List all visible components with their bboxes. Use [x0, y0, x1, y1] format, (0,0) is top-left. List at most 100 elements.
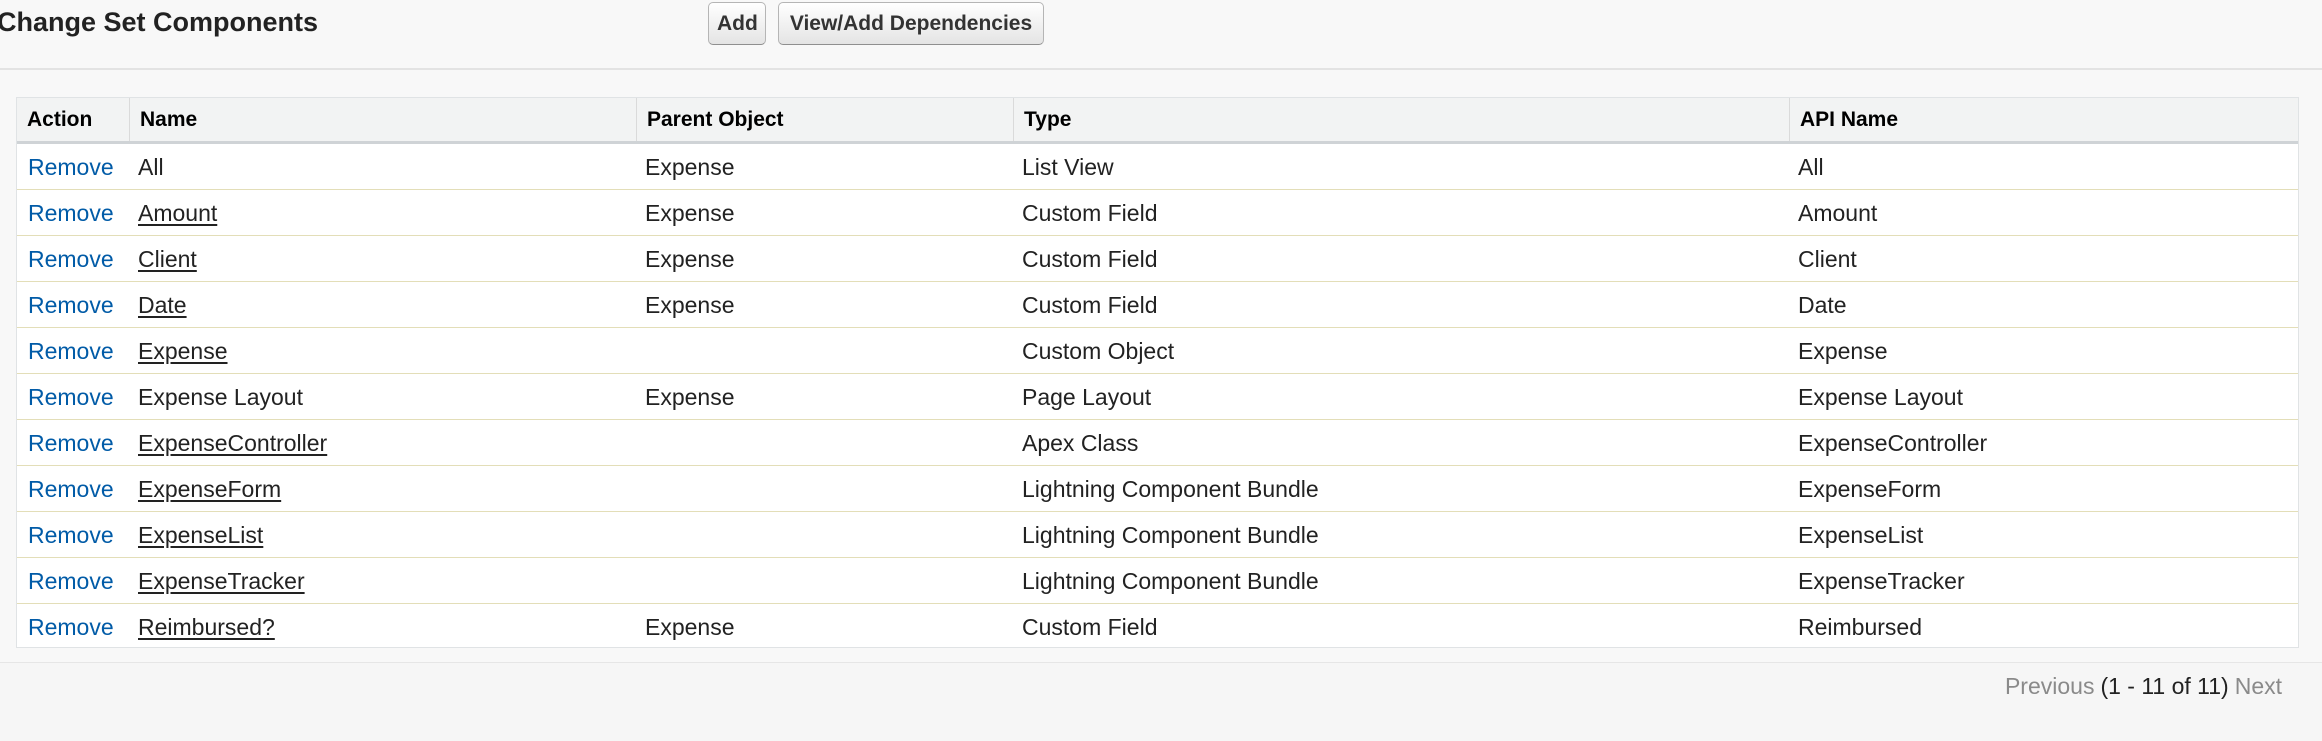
component-name[interactable]: ExpenseTracker [138, 568, 305, 594]
remove-link[interactable]: Remove [28, 292, 114, 318]
api-name-cell: Client [1798, 246, 1857, 272]
component-name[interactable]: ExpenseList [138, 522, 263, 548]
table-row: Remove Amount Expense Custom Field Amount [17, 190, 2298, 236]
column-header-api-name[interactable]: API Name [1789, 98, 2298, 141]
remove-link-cell: Remove [17, 512, 129, 558]
page-header: Change Set Components Add View/Add Depen… [0, 0, 2322, 70]
remove-link[interactable]: Remove [28, 154, 114, 180]
parent-object-cell: Expense [645, 614, 735, 640]
parent-object-cell [636, 466, 1013, 512]
component-name: Expense Layout [138, 384, 303, 410]
api-name-cell: Expense [1798, 338, 1888, 364]
component-name-cell: Amount [129, 190, 636, 236]
page-count: (1 - 11 of 11) [2100, 673, 2229, 699]
type-cell: Page Layout [1022, 384, 1152, 410]
previous-page-link[interactable]: Previous [2005, 673, 2094, 699]
pagination: Previous (1 - 11 of 11) Next [2005, 673, 2282, 700]
remove-link[interactable]: Remove [28, 522, 114, 548]
component-name[interactable]: Client [138, 246, 197, 272]
component-name[interactable]: Amount [138, 200, 217, 226]
remove-link[interactable]: Remove [28, 430, 114, 456]
parent-object-cell [636, 512, 1013, 558]
type-cell: List View [1022, 154, 1114, 180]
api-name-cell: All [1798, 154, 1824, 180]
remove-link[interactable]: Remove [28, 384, 114, 410]
parent-object-cell: Expense [645, 154, 735, 180]
table-row: Remove ExpenseController Apex Class Expense… [17, 420, 2298, 466]
remove-link-cell: Remove [17, 558, 129, 604]
parent-object-cell: Expense [645, 384, 735, 410]
column-header-parent-object[interactable]: Parent Object [636, 98, 1013, 141]
type-cell: Custom Object [1022, 338, 1175, 364]
table-row: Remove Expense Layout Expense Page Layout Ex… [17, 374, 2298, 420]
remove-link[interactable]: Remove [28, 614, 114, 640]
api-name-cell: Date [1798, 292, 1847, 318]
table-row: Remove ExpenseTracker Lightning Component … [17, 558, 2298, 604]
remove-link-cell: Remove [17, 604, 129, 650]
view-add-dependencies-button[interactable]: View/Add Dependencies [778, 2, 1044, 45]
remove-link-cell: Remove [17, 374, 129, 420]
type-cell: Lightning Component Bundle [1022, 568, 1319, 594]
table-row: Remove ExpenseList Lightning Component Bun… [17, 512, 2298, 558]
remove-link[interactable]: Remove [28, 246, 114, 272]
column-header-type[interactable]: Type [1013, 98, 1789, 141]
component-name-cell: Expense Layout [129, 374, 636, 420]
component-name-cell: ExpenseList [129, 512, 636, 558]
table-body: Remove All Expense List View All Remove Amount… [17, 144, 2298, 650]
column-header-action[interactable]: Action [17, 98, 129, 141]
parent-object-cell: Expense [645, 200, 735, 226]
component-name[interactable]: Expense [138, 338, 228, 364]
parent-object-cell [636, 420, 1013, 466]
remove-link-cell: Remove [17, 144, 129, 190]
remove-link-cell: Remove [17, 282, 129, 328]
component-name[interactable]: Date [138, 292, 187, 318]
component-name-cell: Reimbursed? [129, 604, 636, 650]
type-cell: Custom Field [1022, 292, 1158, 318]
type-cell: Lightning Component Bundle [1022, 522, 1319, 548]
table-row: Remove All Expense List View All [17, 144, 2298, 190]
remove-link-cell: Remove [17, 466, 129, 512]
page-title: Change Set Components [0, 7, 319, 37]
component-name-cell: ExpenseTracker [129, 558, 636, 604]
component-name-cell: ExpenseController [129, 420, 636, 466]
type-cell: Custom Field [1022, 200, 1158, 226]
components-table: Action Name Parent Object Type API Name … [16, 97, 2299, 648]
remove-link-cell: Remove [17, 328, 129, 374]
next-page-link[interactable]: Next [2235, 673, 2282, 699]
api-name-cell: Amount [1798, 200, 1878, 226]
parent-object-cell: Expense [645, 292, 735, 318]
component-name-cell: Client [129, 236, 636, 282]
component-name[interactable]: ExpenseController [138, 430, 327, 456]
column-header-name[interactable]: Name [129, 98, 636, 141]
remove-link[interactable]: Remove [28, 338, 114, 364]
remove-link[interactable]: Remove [28, 200, 114, 226]
api-name-cell: ExpenseTracker [1798, 568, 1965, 594]
remove-link-cell: Remove [17, 190, 129, 236]
table-row: Remove ExpenseForm Lightning Component Bun… [17, 466, 2298, 512]
parent-object-cell [636, 328, 1013, 374]
table-row: Remove Date Expense Custom Field Date [17, 282, 2298, 328]
table-header: Action Name Parent Object Type API Name [17, 98, 2298, 144]
component-name[interactable]: Reimbursed? [138, 614, 275, 640]
api-name-cell: ExpenseForm [1798, 476, 1942, 502]
remove-link[interactable]: Remove [28, 476, 114, 502]
table-footer: Previous (1 - 11 of 11) Next [0, 662, 2322, 741]
component-name-cell: Date [129, 282, 636, 328]
remove-link-cell: Remove [17, 236, 129, 282]
component-name-cell: ExpenseForm [129, 466, 636, 512]
type-cell: Lightning Component Bundle [1022, 476, 1319, 502]
table-row: Remove Expense Custom Object Expense [17, 328, 2298, 374]
api-name-cell: Expense Layout [1798, 384, 1963, 410]
add-button[interactable]: Add [708, 2, 766, 45]
component-name[interactable]: ExpenseForm [138, 476, 281, 502]
parent-object-cell: Expense [645, 246, 735, 272]
table-row: Remove Client Expense Custom Field Client [17, 236, 2298, 282]
type-cell: Custom Field [1022, 614, 1158, 640]
type-cell: Custom Field [1022, 246, 1158, 272]
component-name-cell: Expense [129, 328, 636, 374]
table-row: Remove Reimbursed? Expense Custom Field Reim… [17, 604, 2298, 650]
remove-link-cell: Remove [17, 420, 129, 466]
remove-link[interactable]: Remove [28, 568, 114, 594]
api-name-cell: Reimbursed [1798, 614, 1922, 640]
component-name: All [138, 154, 164, 180]
